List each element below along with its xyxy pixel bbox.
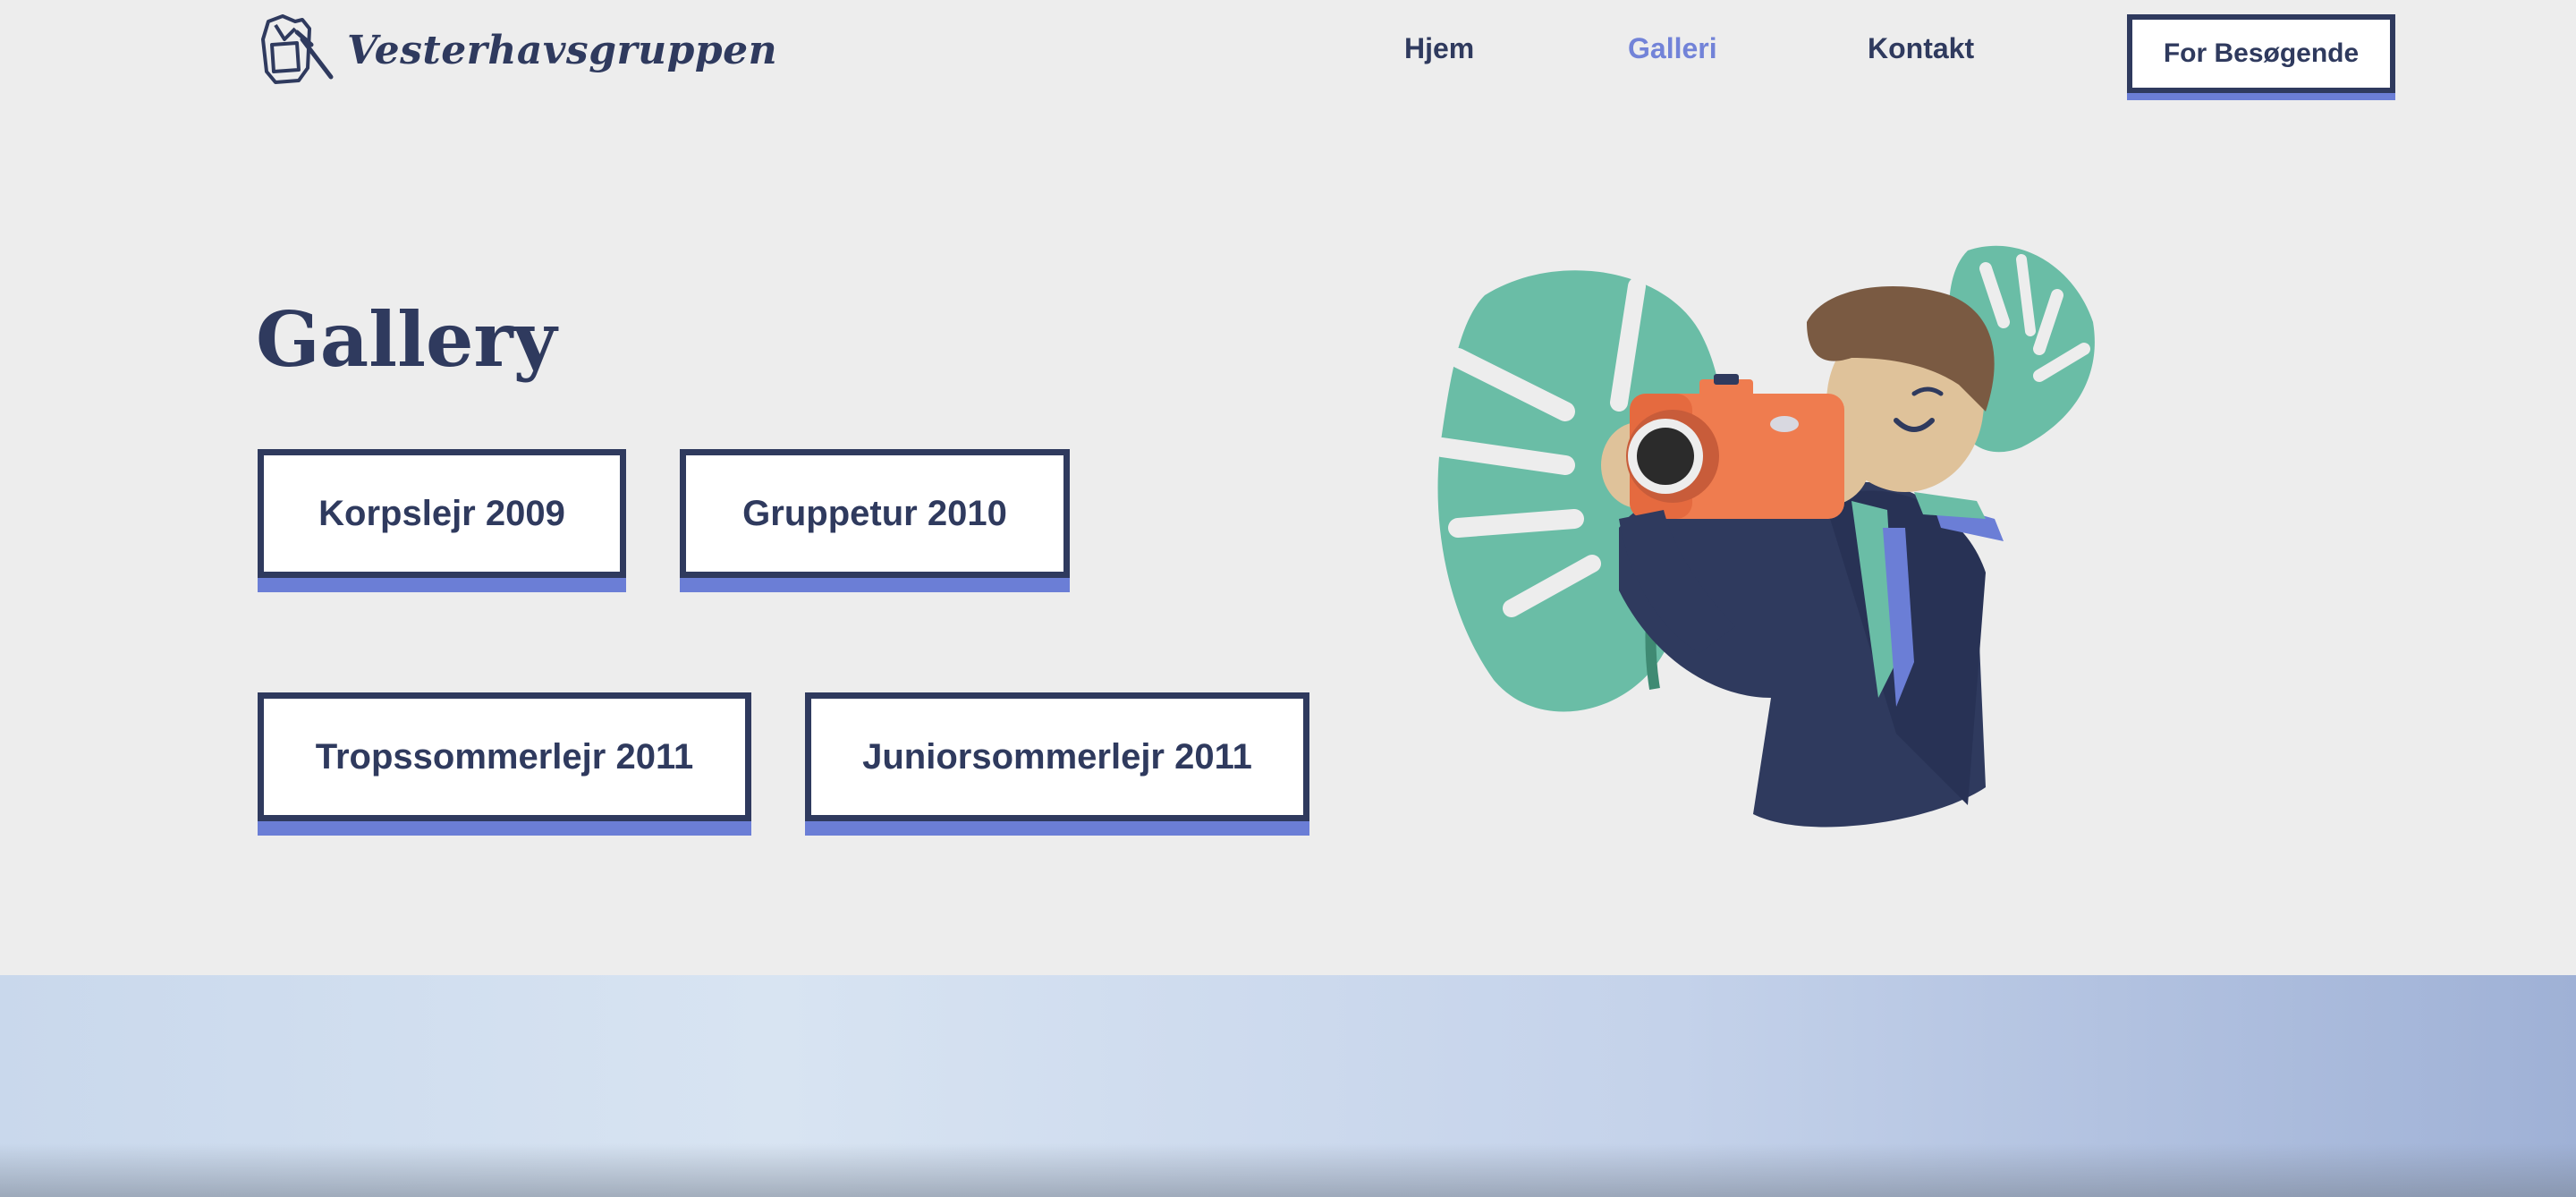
for-besogende-button[interactable]: For Besøgende <box>2127 14 2395 93</box>
nav-hjem[interactable]: Hjem <box>1404 32 1474 65</box>
nav-kontakt[interactable]: Kontakt <box>1868 32 1974 65</box>
logo[interactable]: Vesterhavsgruppen <box>256 13 777 88</box>
scout-with-camera-illustration <box>1432 245 2095 828</box>
site-header: Vesterhavsgruppen Hjem Galleri Kontakt F… <box>0 0 2576 107</box>
brand-name: Vesterhavsgruppen <box>347 27 778 73</box>
scout-backpack-icon <box>261 14 334 84</box>
nav-galleri[interactable]: Galleri <box>1628 32 1717 65</box>
camera-icon <box>1626 374 1844 519</box>
gallery-gruppetur-2010-button[interactable]: Gruppetur 2010 <box>680 449 1070 578</box>
gallery-tropssommerlejr-2011-button[interactable]: Tropssommerlejr 2011 <box>258 692 751 821</box>
gallery-korpslejr-2009-button[interactable]: Korpslejr 2009 <box>258 449 626 578</box>
page: Vesterhavsgruppen Hjem Galleri Kontakt F… <box>0 0 2576 1197</box>
gallery-juniorsommerlejr-2011-button[interactable]: Juniorsommerlejr 2011 <box>805 692 1309 821</box>
page-title: Gallery <box>256 295 557 384</box>
hero-photo-band <box>0 975 2576 1197</box>
